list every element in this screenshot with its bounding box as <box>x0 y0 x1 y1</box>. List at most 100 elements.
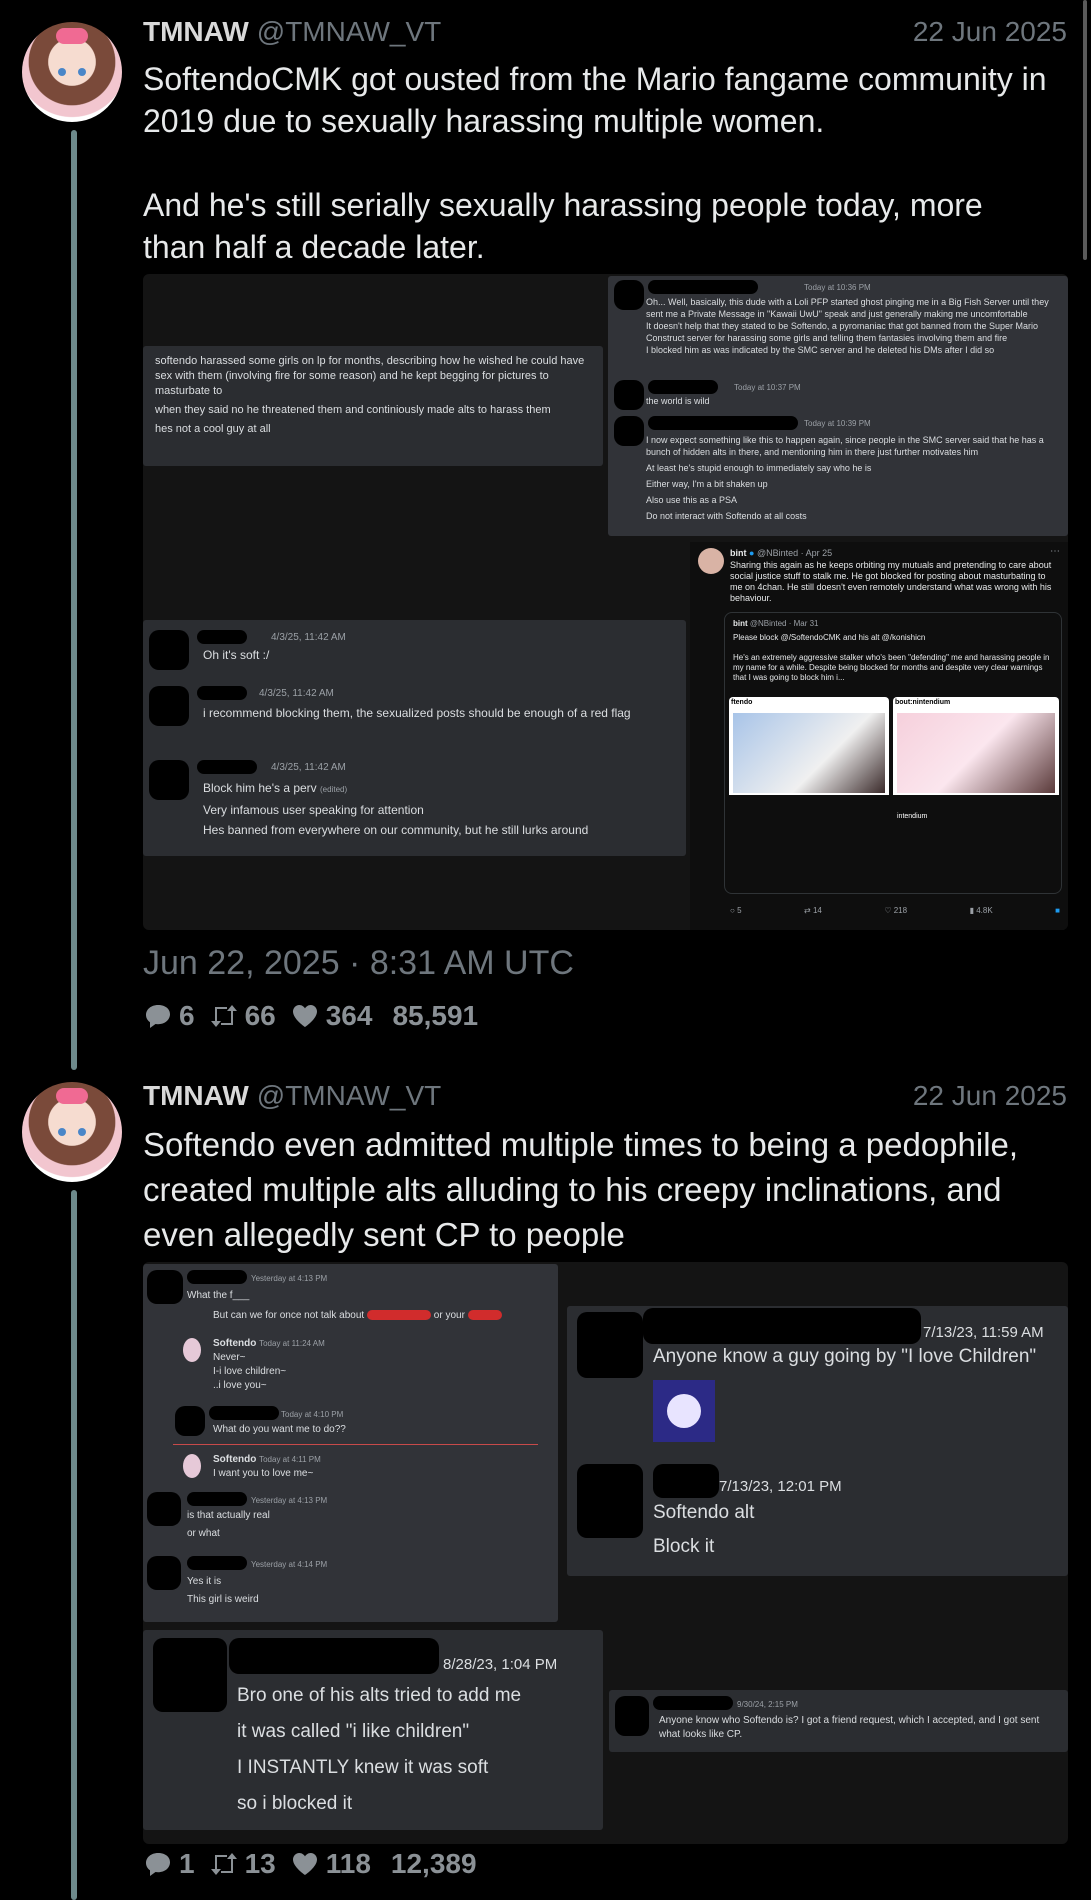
quote-header: bint @NBinted · Mar 31 <box>733 619 819 628</box>
like-stat[interactable]: 364 <box>290 1000 372 1032</box>
views-stat[interactable]: 12,389 <box>391 1848 477 1880</box>
message-line: Block it <box>653 1536 715 1557</box>
redacted-avatar <box>577 1312 643 1378</box>
redacted-name <box>648 416 798 430</box>
anime-art <box>897 713 1055 793</box>
message-timestamp: 7/13/23, 11:59 AM <box>923 1324 1044 1341</box>
avatar[interactable] <box>22 1082 122 1182</box>
redacted-name <box>187 1492 247 1506</box>
redacted-avatar <box>149 760 189 800</box>
views-count: 4.8K <box>976 906 993 915</box>
redacted-avatar <box>149 630 189 670</box>
tweet-media[interactable]: softendo harassed some girls on lp for m… <box>143 274 1068 930</box>
retweet-icon[interactable]: ⇄ 14 <box>804 906 822 915</box>
like-count: 218 <box>893 906 908 915</box>
retweet-count: 14 <box>812 906 822 915</box>
eye-icon <box>58 1128 66 1136</box>
message-line: the world is wild <box>646 396 710 406</box>
message-line: This girl is weird <box>187 1594 259 1605</box>
redacted-name <box>209 1406 279 1420</box>
message-line: I want you to love me~ <box>213 1468 314 1479</box>
profile-screenshot: ftendo <box>729 697 889 885</box>
message-line: ..i love you~ <box>213 1380 267 1391</box>
scrollbar[interactable] <box>1083 0 1087 260</box>
discord-message: softendo harassed some girls on lp for m… <box>143 346 603 466</box>
retweet-icon <box>209 1849 239 1879</box>
tweet-stats: 1 13 118 12,389 <box>143 1848 477 1880</box>
message-line: Never~ <box>213 1352 246 1363</box>
discord-chat: Today at 10:36 PM Oh... Well, basically,… <box>608 276 1068 536</box>
message-timestamp: 8/28/23, 1:04 PM <box>443 1656 558 1673</box>
redacted-avatar <box>153 1638 227 1712</box>
message-text: I now expect something like this to happ… <box>646 434 1064 522</box>
redacted-name <box>187 1270 247 1284</box>
message-timestamp: Today at 4:11 PM <box>259 1455 321 1464</box>
retweet-count: 66 <box>244 1000 276 1031</box>
tweet-date[interactable]: 22 Jun 2025 <box>913 16 1067 48</box>
display-name[interactable]: TMNAW <box>143 1080 249 1111</box>
like-stat[interactable]: 118 <box>290 1848 371 1880</box>
comment-icon <box>143 1001 173 1031</box>
redacted-name <box>187 1556 247 1570</box>
anime-art <box>733 713 885 793</box>
reply-count: 5 <box>737 906 742 915</box>
display-name[interactable]: TMNAW <box>143 16 249 47</box>
avatar[interactable] <box>22 22 122 122</box>
message-line: or what <box>187 1528 220 1539</box>
like-icon[interactable]: ♡ 218 <box>884 906 907 915</box>
like-count: 118 <box>325 1848 371 1879</box>
redacted-avatar <box>614 416 644 446</box>
tweet-media[interactable]: Yesterday at 4:13 PM What the f___ But c… <box>143 1262 1068 1844</box>
bint-handle: @NBinted · Apr 25 <box>756 548 833 558</box>
eye-icon <box>78 68 86 76</box>
message-timestamp: 7/13/23, 12:01 PM <box>719 1478 842 1495</box>
message-line: Also use this as a PSA <box>646 495 738 505</box>
bow-icon <box>56 28 88 44</box>
message-line: Bro one of his alts tried to add me <box>237 1685 522 1706</box>
bookmark-icon[interactable]: ■ <box>1055 906 1060 915</box>
more-icon[interactable]: ⋯ <box>1050 546 1060 557</box>
reply-stat[interactable]: 6 <box>143 1000 195 1032</box>
bow-icon <box>56 1088 88 1104</box>
quote-tweet: bint @NBinted · Mar 31 Please block @/So… <box>724 612 1062 894</box>
retweet-stat[interactable]: 13 <box>209 1848 276 1880</box>
tweet-2: TMNAW @TMNAW_VT 22 Jun 2025 Softendo even… <box>0 1060 1091 1900</box>
thread-line <box>71 130 77 1070</box>
author-handle[interactable]: @TMNAW_VT <box>257 1080 442 1111</box>
views-icon[interactable]: ▮ 4.8K <box>970 906 993 915</box>
message-line: What the f___ <box>187 1290 250 1301</box>
author-name[interactable]: TMNAW @TMNAW_VT <box>143 1080 441 1112</box>
retweet-stat[interactable]: 66 <box>209 1000 276 1032</box>
redacted-name <box>648 380 718 394</box>
redacted-avatar <box>615 1696 649 1736</box>
tweet-date[interactable]: 22 Jun 2025 <box>913 1080 1067 1112</box>
retweet-count: 13 <box>244 1848 276 1879</box>
message-line: Block him he's a perv (edited) <box>203 778 678 800</box>
message-line: is that actually real <box>187 1510 270 1521</box>
message-line: But can we for once not talk about or yo… <box>213 1310 502 1321</box>
reply-icon[interactable]: ○ 5 <box>730 906 742 915</box>
eye-icon <box>78 1128 86 1136</box>
redaction-scribble <box>367 1310 431 1321</box>
embedded-tweet: bint ● @NBinted · Apr 25 ⋯ Sharing this … <box>690 542 1068 930</box>
thread-line <box>71 1190 77 1900</box>
author-name[interactable]: TMNAW @TMNAW_VT <box>143 16 441 48</box>
author-handle[interactable]: @TMNAW_VT <box>257 16 442 47</box>
message-timestamp: Yesterday at 4:14 PM <box>251 1560 328 1569</box>
redacted-name <box>229 1638 439 1674</box>
message-line: hes not a cool guy at all <box>155 423 271 435</box>
reply-stat[interactable]: 1 <box>143 1848 195 1880</box>
views-stat[interactable]: 85,591 <box>392 1000 478 1032</box>
redacted-name <box>653 1464 719 1498</box>
eye-icon <box>58 68 66 76</box>
profile-name: intendium <box>897 813 928 820</box>
message-timestamp: Today at 4:10 PM <box>281 1410 344 1419</box>
message-line: At least he's stupid enough to immediate… <box>646 463 872 473</box>
tweet-timestamp[interactable]: Jun 22, 2025 · 8:31 AM UTC <box>143 944 574 983</box>
redacted-name <box>197 686 247 700</box>
bint-text: Sharing this again as he keeps orbiting … <box>730 560 1052 603</box>
redacted-name <box>197 760 257 774</box>
discord-chat: 9/30/24, 2:15 PM Anyone know who Softend… <box>609 1690 1068 1752</box>
retweet-icon <box>209 1001 239 1031</box>
message-line: softendo harassed some girls on lp for m… <box>155 355 585 397</box>
